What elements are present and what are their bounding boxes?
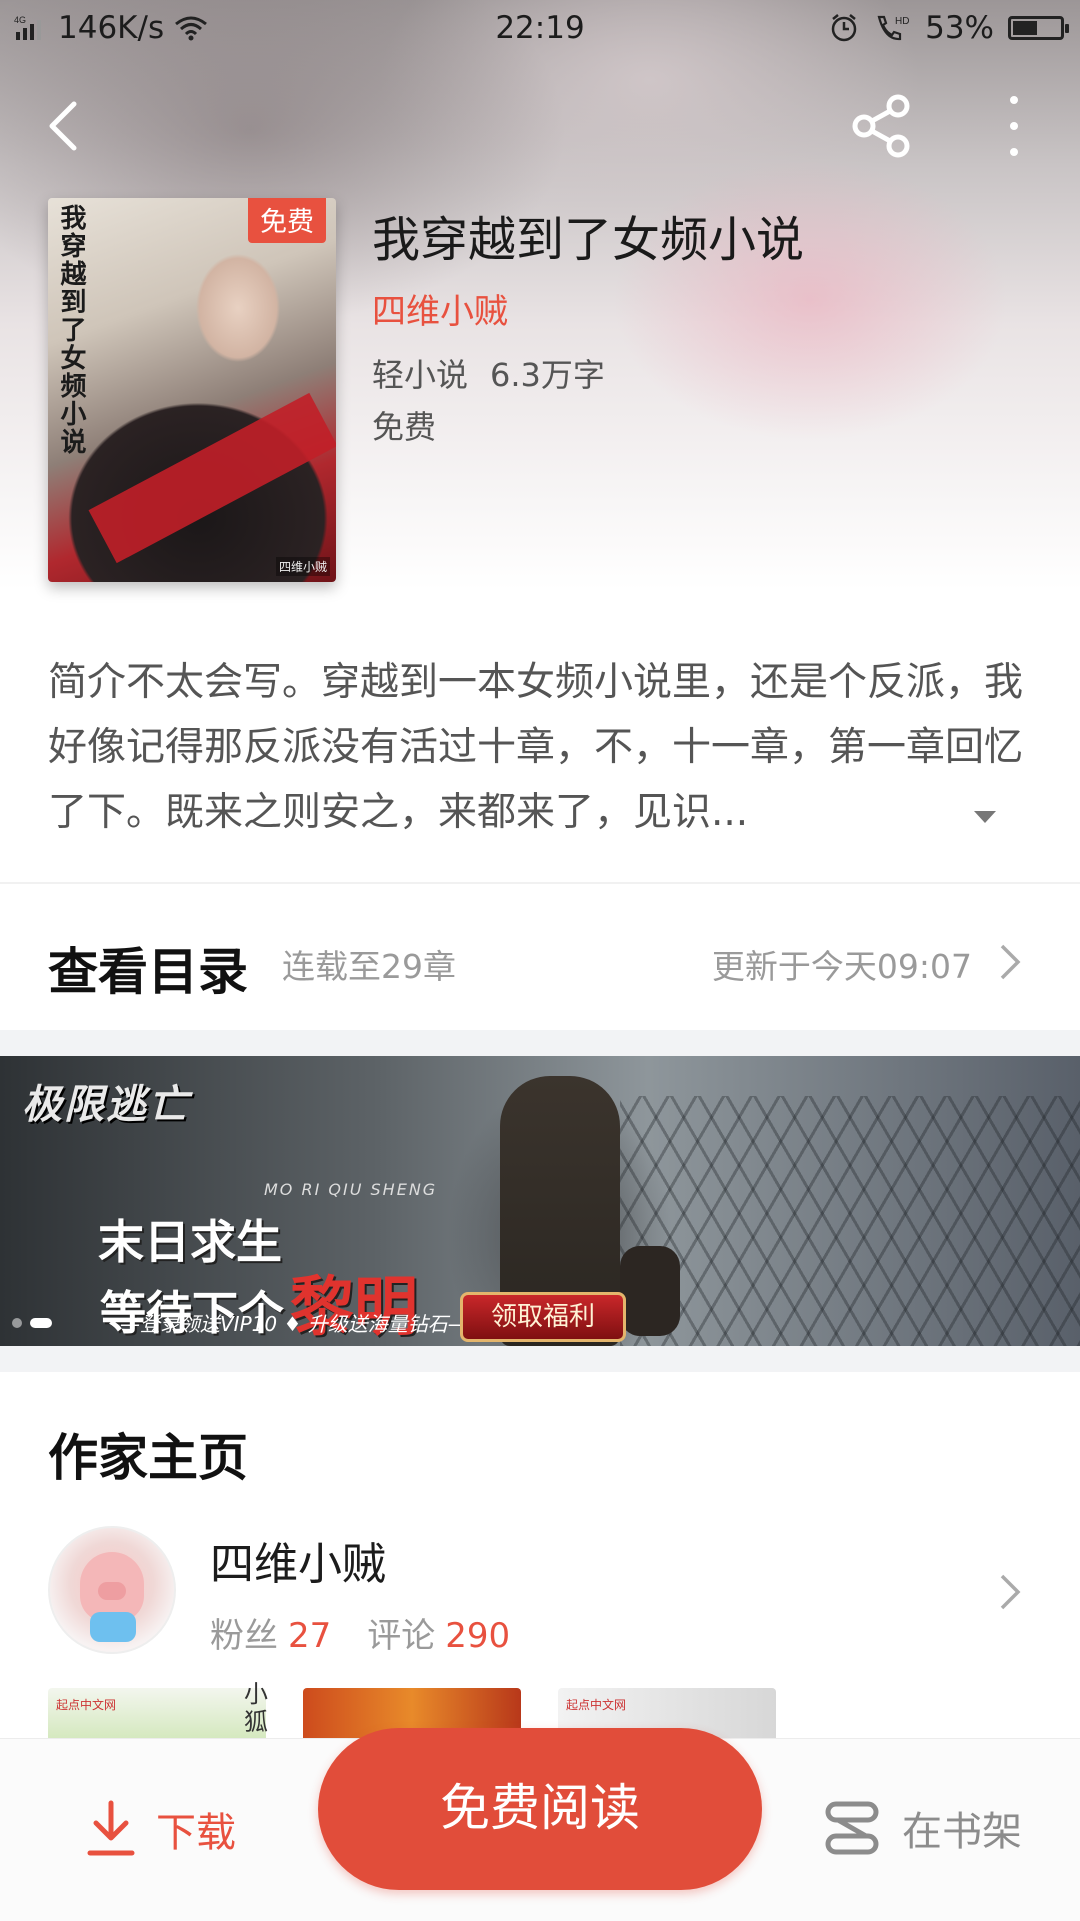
book-cover[interactable]: 我穿越到了女频小说 免费 四维小贼 (48, 198, 336, 582)
cover-title: 我穿越到了女频小说 (56, 204, 86, 456)
carousel-dot (12, 1318, 22, 1328)
toc-update-time: 更新于今天09:07 (711, 947, 972, 986)
author-section-title: 作家主页 (48, 1428, 248, 1487)
more-options-icon[interactable] (1000, 96, 1028, 156)
carousel-dot (30, 1318, 52, 1328)
book-author-link[interactable]: 四维小贼 (372, 284, 508, 333)
book-price: 免费 (372, 408, 437, 446)
on-shelf-button[interactable]: 在书架 (822, 1799, 1022, 1857)
back-arrow-icon[interactable] (40, 100, 92, 152)
on-shelf-label: 在书架 (902, 1809, 1022, 1855)
download-label: 下载 (156, 1810, 236, 1856)
author-book-thumb-label: 小狐 (244, 1680, 268, 1736)
status-bar: 4G 146K/s 22:19 HD 53% (0, 0, 1080, 58)
free-badge: 免费 (248, 198, 326, 243)
book-category: 轻小说 (372, 356, 469, 394)
free-read-button[interactable]: 免费阅读 (318, 1728, 762, 1890)
section-gap (0, 1030, 1080, 1056)
banner-logo: 极限逃亡 (22, 1082, 190, 1128)
table-of-contents-row[interactable]: 查看目录 连载至29章 更新于今天09:07 (0, 884, 1080, 1030)
banner-subtitle: —登录领送VIP10 ♦ 升级送海量钻石— (120, 1312, 468, 1336)
download-icon (87, 1800, 135, 1856)
bookshelf-icon (825, 1801, 879, 1855)
toc-serial-status: 连载至29章 (282, 947, 456, 986)
battery-percent: 53% (925, 10, 994, 46)
fans-count: 27 (288, 1616, 332, 1656)
toc-title: 查看目录 (48, 942, 248, 1001)
download-button[interactable]: 下载 (84, 1799, 236, 1859)
book-title: 我穿越到了女频小说 (372, 212, 805, 268)
carousel-indicator (12, 1318, 52, 1328)
cover-artwork (88, 392, 336, 564)
share-icon[interactable] (850, 94, 914, 158)
banner-dog-art (620, 1246, 680, 1336)
author-stats: 粉丝 27 评论 290 (210, 1616, 511, 1656)
author-name[interactable]: 四维小贼 (210, 1528, 386, 1592)
top-nav (0, 80, 1080, 170)
author-avatar[interactable] (48, 1526, 176, 1654)
section-gap (0, 1346, 1080, 1372)
promo-banner[interactable]: 极限逃亡 MO RI QIU SHENG 末日求生 等待下个黎明 —登录领送VI… (0, 1056, 1080, 1346)
banner-fence-art (620, 1096, 1080, 1346)
cover-author: 四维小贼 (275, 557, 330, 576)
book-word-count: 6.3万字 (490, 356, 605, 394)
claim-reward-button[interactable]: 领取福利 (460, 1292, 626, 1342)
chevron-right-icon[interactable] (998, 1572, 1022, 1612)
book-intro[interactable]: 简介不太会写。穿越到一本女频小说里，还是个反派，我好像记得那反派没有活过十章，不… (48, 650, 1036, 840)
alarm-icon (831, 14, 857, 42)
expand-intro-icon[interactable] (972, 808, 998, 826)
book-meta: 轻小说 6.3万字 (372, 350, 605, 396)
banner-pinyin: MO RI QIU SHENG (264, 1180, 438, 1199)
chevron-right-icon (1000, 944, 1021, 980)
battery-icon (1008, 16, 1069, 40)
svg-text:HD: HD (895, 16, 909, 27)
hd-call-icon: HD (877, 15, 910, 41)
comments-count: 290 (445, 1616, 511, 1656)
